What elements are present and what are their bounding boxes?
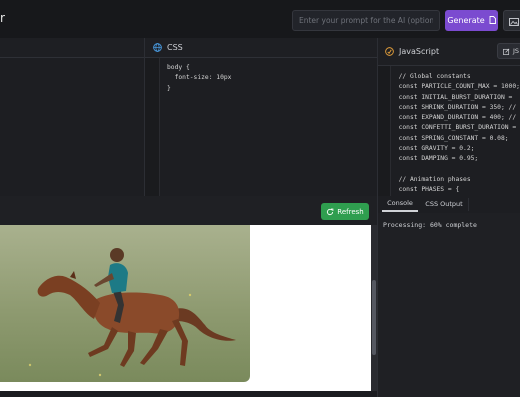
- top-bar: r Generate: [0, 0, 520, 39]
- document-icon: [489, 15, 496, 26]
- globe-icon: [153, 43, 162, 52]
- javascript-icon: [385, 47, 394, 56]
- bottom-strip: [0, 391, 377, 397]
- js-button-label: JS: [513, 47, 520, 55]
- tab-console[interactable]: Console: [382, 196, 418, 212]
- css-editor[interactable]: body { font-size: 10px }: [160, 58, 377, 196]
- image-icon: [509, 11, 519, 30]
- console-output: Processing: 60% complete: [378, 213, 520, 397]
- tab-divider: [468, 198, 469, 211]
- edit-icon: [503, 48, 510, 55]
- refresh-label: Refresh: [337, 207, 364, 216]
- app-title: r: [0, 11, 5, 25]
- js-panel-title: JavaScript: [399, 47, 440, 56]
- refresh-icon: [326, 208, 334, 216]
- tab-css-output[interactable]: CSS Output: [420, 196, 468, 212]
- html-editor[interactable]: [0, 58, 144, 196]
- output-tabs: Console CSS Output: [378, 196, 520, 214]
- preview-frame: [0, 225, 371, 391]
- generate-label: Generate: [447, 16, 485, 25]
- css-panel-title: CSS: [167, 43, 183, 52]
- css-gutter: [145, 58, 160, 196]
- prompt-input[interactable]: [292, 10, 440, 31]
- js-editor[interactable]: // Global constants const PARTICLE_COUNT…: [391, 66, 520, 196]
- js-format-button[interactable]: JS: [497, 43, 520, 59]
- js-gutter: [378, 66, 391, 196]
- refresh-button[interactable]: Refresh: [321, 203, 369, 220]
- image-button[interactable]: [503, 10, 520, 31]
- generate-button[interactable]: Generate: [445, 10, 498, 31]
- html-panel-header: [0, 38, 144, 58]
- js-panel-header: JavaScript JS: [378, 38, 520, 66]
- horse-rider-photo: [0, 225, 250, 382]
- console-line: Processing: 60% complete: [383, 221, 477, 229]
- preview-scrollbar-thumb[interactable]: [372, 280, 376, 355]
- css-panel-header: CSS: [145, 38, 377, 58]
